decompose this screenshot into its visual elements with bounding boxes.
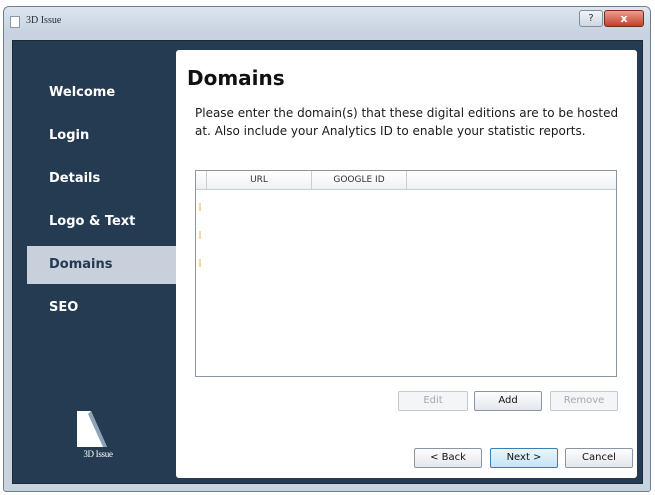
title-bar[interactable]: 3D Issue ? x bbox=[4, 7, 650, 35]
add-button[interactable]: Add bbox=[474, 391, 542, 411]
sidebar-item-logo-text[interactable]: Logo & Text bbox=[27, 203, 176, 241]
row-marker bbox=[199, 259, 201, 267]
domains-table[interactable]: URL GOOGLE ID bbox=[195, 170, 617, 377]
installer-window: 3D Issue ? x Welcome Login Details Logo … bbox=[3, 6, 651, 492]
cancel-button[interactable]: Cancel bbox=[565, 448, 633, 468]
window-title: 3D Issue bbox=[26, 15, 62, 26]
next-button[interactable]: Next > bbox=[490, 448, 558, 468]
domains-panel: Domains Please enter the domain(s) that … bbox=[176, 50, 637, 478]
row-header-cell bbox=[196, 171, 207, 189]
sidebar-item-seo[interactable]: SEO bbox=[27, 289, 176, 327]
sidebar-item-welcome[interactable]: Welcome bbox=[27, 74, 176, 112]
close-button[interactable]: x bbox=[604, 10, 644, 27]
page-title: Domains bbox=[187, 66, 285, 90]
app-icon bbox=[10, 16, 20, 28]
column-header-google-id[interactable]: GOOGLE ID bbox=[312, 171, 407, 189]
column-header-url[interactable]: URL bbox=[207, 171, 312, 189]
brand-logo: 3D Issue bbox=[73, 411, 123, 459]
table-header: URL GOOGLE ID bbox=[196, 171, 616, 190]
row-marker bbox=[199, 231, 201, 239]
sidebar-item-domains[interactable]: Domains bbox=[27, 246, 176, 284]
edit-button[interactable]: Edit bbox=[398, 391, 468, 411]
3d-issue-logo-icon bbox=[77, 411, 119, 447]
back-button[interactable]: < Back bbox=[414, 448, 482, 468]
sidebar-nav: Welcome Login Details Logo & Text Domain… bbox=[13, 41, 176, 483]
logo-text: 3D Issue bbox=[83, 449, 113, 459]
wizard-body: Welcome Login Details Logo & Text Domain… bbox=[12, 40, 643, 484]
sidebar-item-details[interactable]: Details bbox=[27, 160, 176, 198]
sidebar-item-login[interactable]: Login bbox=[27, 117, 176, 155]
help-button[interactable]: ? bbox=[579, 10, 603, 27]
page-description: Please enter the domain(s) that these di… bbox=[195, 106, 619, 138]
remove-button[interactable]: Remove bbox=[550, 391, 618, 411]
row-marker bbox=[199, 203, 201, 211]
